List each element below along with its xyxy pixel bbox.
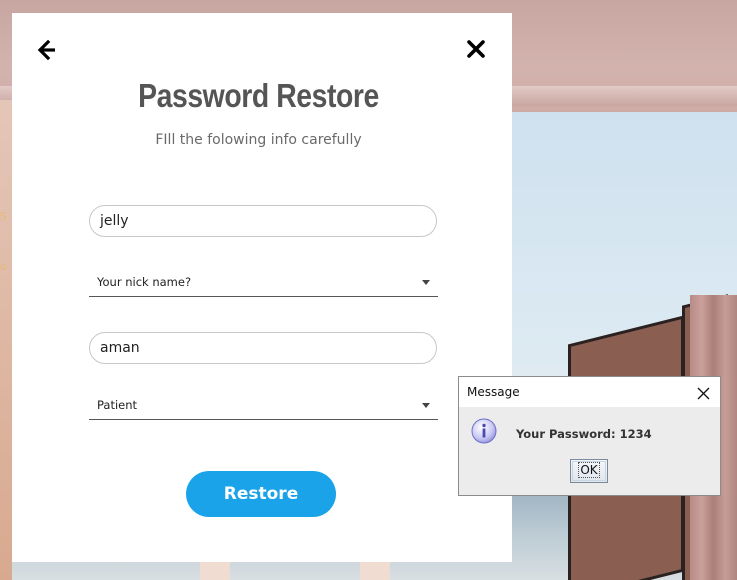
wall-decoration: S — [0, 210, 7, 223]
username-input[interactable]: jelly — [89, 205, 437, 237]
chevron-down-icon — [422, 403, 430, 408]
restore-button[interactable]: Restore — [186, 471, 336, 517]
role-select[interactable]: Patient — [89, 390, 438, 420]
message-dialog: Message Your Password: 1234 OK — [458, 376, 721, 496]
floor-block — [360, 562, 390, 580]
security-question-select[interactable]: Your nick name? — [89, 267, 438, 297]
password-restore-window: Password Restore FIll the folowing info … — [12, 13, 512, 562]
page-title: Password Restore — [138, 77, 379, 114]
answer-input[interactable]: aman — [89, 332, 437, 364]
wall-decoration: o — [0, 260, 7, 273]
chevron-down-icon — [422, 280, 430, 285]
floor-block — [200, 562, 230, 580]
close-icon[interactable] — [466, 39, 486, 59]
dialog-title: Message — [467, 385, 520, 399]
left-wall: S o — [0, 100, 12, 580]
ok-button[interactable]: OK — [570, 459, 608, 483]
close-icon[interactable] — [697, 385, 710, 400]
ok-button-label: OK — [578, 462, 600, 478]
dialog-message: Your Password: 1234 — [516, 427, 652, 441]
security-question-value: Your nick name? — [97, 275, 192, 289]
dialog-titlebar[interactable]: Message — [459, 377, 720, 407]
info-icon — [471, 418, 497, 444]
role-value: Patient — [97, 398, 138, 412]
page-subtitle: FIll the folowing info carefully — [155, 132, 362, 148]
back-arrow-icon[interactable] — [36, 39, 58, 61]
